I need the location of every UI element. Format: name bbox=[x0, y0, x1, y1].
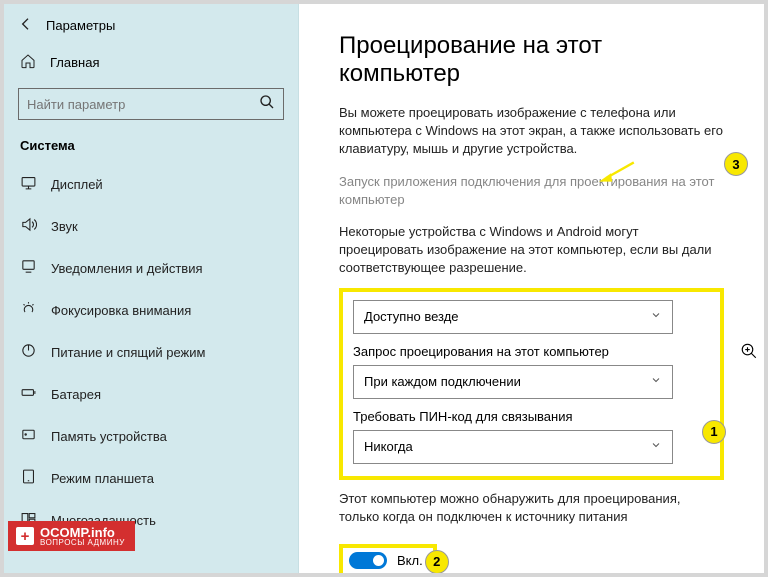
pin-required-dropdown[interactable]: Никогда bbox=[353, 430, 673, 464]
sidebar-item-label: Питание и спящий режим bbox=[51, 345, 205, 360]
annotation-badge-3: 3 bbox=[724, 152, 748, 176]
zoom-icon[interactable] bbox=[740, 342, 758, 360]
annotation-badge-1: 1 bbox=[702, 420, 726, 444]
back-icon[interactable] bbox=[18, 16, 34, 35]
sidebar-item-power[interactable]: Питание и спящий режим bbox=[4, 331, 298, 373]
search-input[interactable] bbox=[27, 97, 259, 112]
sidebar-item-label: Память устройства bbox=[51, 429, 167, 444]
annotation-badge-2: 2 bbox=[425, 550, 449, 573]
search-box[interactable] bbox=[18, 88, 284, 120]
sidebar-item-storage[interactable]: Память устройства bbox=[4, 415, 298, 457]
discoverable-description: Этот компьютер можно обнаружить для прое… bbox=[339, 490, 724, 526]
page-description: Вы можете проецировать изображение с тел… bbox=[339, 104, 724, 159]
sidebar-item-sound[interactable]: Звук bbox=[4, 205, 298, 247]
battery-icon bbox=[20, 384, 37, 404]
chevron-down-icon bbox=[650, 439, 662, 454]
toggle-highlight-box: Вкл. 2 bbox=[339, 544, 437, 573]
sound-icon bbox=[20, 216, 37, 236]
availability-dropdown[interactable]: Доступно везде bbox=[353, 300, 673, 334]
settings-highlight-box: Доступно везде Запрос проецирования на э… bbox=[339, 288, 724, 480]
sidebar-item-label: Дисплей bbox=[51, 177, 103, 192]
storage-icon bbox=[20, 426, 37, 446]
pin-required-label: Требовать ПИН-код для связывания bbox=[353, 409, 710, 424]
dropdown-value: При каждом подключении bbox=[364, 374, 521, 389]
watermark-subtext: ВОПРОСЫ АДМИНУ bbox=[40, 538, 125, 547]
display-icon bbox=[20, 174, 37, 194]
sidebar-item-label: Звук bbox=[51, 219, 78, 234]
sidebar-item-tablet[interactable]: Режим планшета bbox=[4, 457, 298, 499]
sidebar-item-label: Фокусировка внимания bbox=[51, 303, 191, 318]
header-title: Параметры bbox=[46, 18, 115, 33]
page-title: Проецирование на этот компьютер bbox=[339, 32, 724, 88]
sidebar: Параметры Главная Система Дисплей Звук У… bbox=[4, 4, 299, 573]
dropdown-value: Доступно везде bbox=[364, 309, 459, 324]
settings-window: Параметры Главная Система Дисплей Звук У… bbox=[0, 0, 768, 577]
search-icon[interactable] bbox=[259, 94, 275, 115]
sidebar-home[interactable]: Главная bbox=[4, 43, 298, 82]
sidebar-section-title: Система bbox=[4, 130, 298, 163]
sidebar-item-label: Батарея bbox=[51, 387, 101, 402]
home-icon bbox=[20, 53, 36, 72]
launch-connect-app-link[interactable]: Запуск приложения подключения для проект… bbox=[339, 173, 724, 209]
sidebar-item-display[interactable]: Дисплей bbox=[4, 163, 298, 205]
chevron-down-icon bbox=[650, 374, 662, 389]
power-icon bbox=[20, 342, 37, 362]
projection-request-dropdown[interactable]: При каждом подключении bbox=[353, 365, 673, 399]
header: Параметры bbox=[4, 16, 298, 43]
plus-icon: + bbox=[16, 527, 34, 545]
focus-icon bbox=[20, 300, 37, 320]
sidebar-item-label: Режим планшета bbox=[51, 471, 154, 486]
annotation-arrow bbox=[598, 160, 636, 184]
sidebar-item-battery[interactable]: Батарея bbox=[4, 373, 298, 415]
projection-request-label: Запрос проецирования на этот компьютер bbox=[353, 344, 710, 359]
toggle-label: Вкл. bbox=[397, 553, 423, 568]
sidebar-item-focus[interactable]: Фокусировка внимания bbox=[4, 289, 298, 331]
sidebar-item-notifications[interactable]: Уведомления и действия bbox=[4, 247, 298, 289]
discoverable-toggle[interactable] bbox=[349, 552, 387, 569]
tablet-icon bbox=[20, 468, 37, 488]
sidebar-item-label: Уведомления и действия bbox=[51, 261, 203, 276]
notifications-icon bbox=[20, 258, 37, 278]
dropdown-value: Никогда bbox=[364, 439, 413, 454]
chevron-down-icon bbox=[650, 309, 662, 324]
sidebar-home-label: Главная bbox=[50, 55, 99, 70]
watermark: + OCOMP.info ВОПРОСЫ АДМИНУ bbox=[8, 521, 135, 551]
permission-text: Некоторые устройства с Windows и Android… bbox=[339, 223, 724, 278]
main-content: Проецирование на этот компьютер Вы может… bbox=[299, 4, 764, 573]
